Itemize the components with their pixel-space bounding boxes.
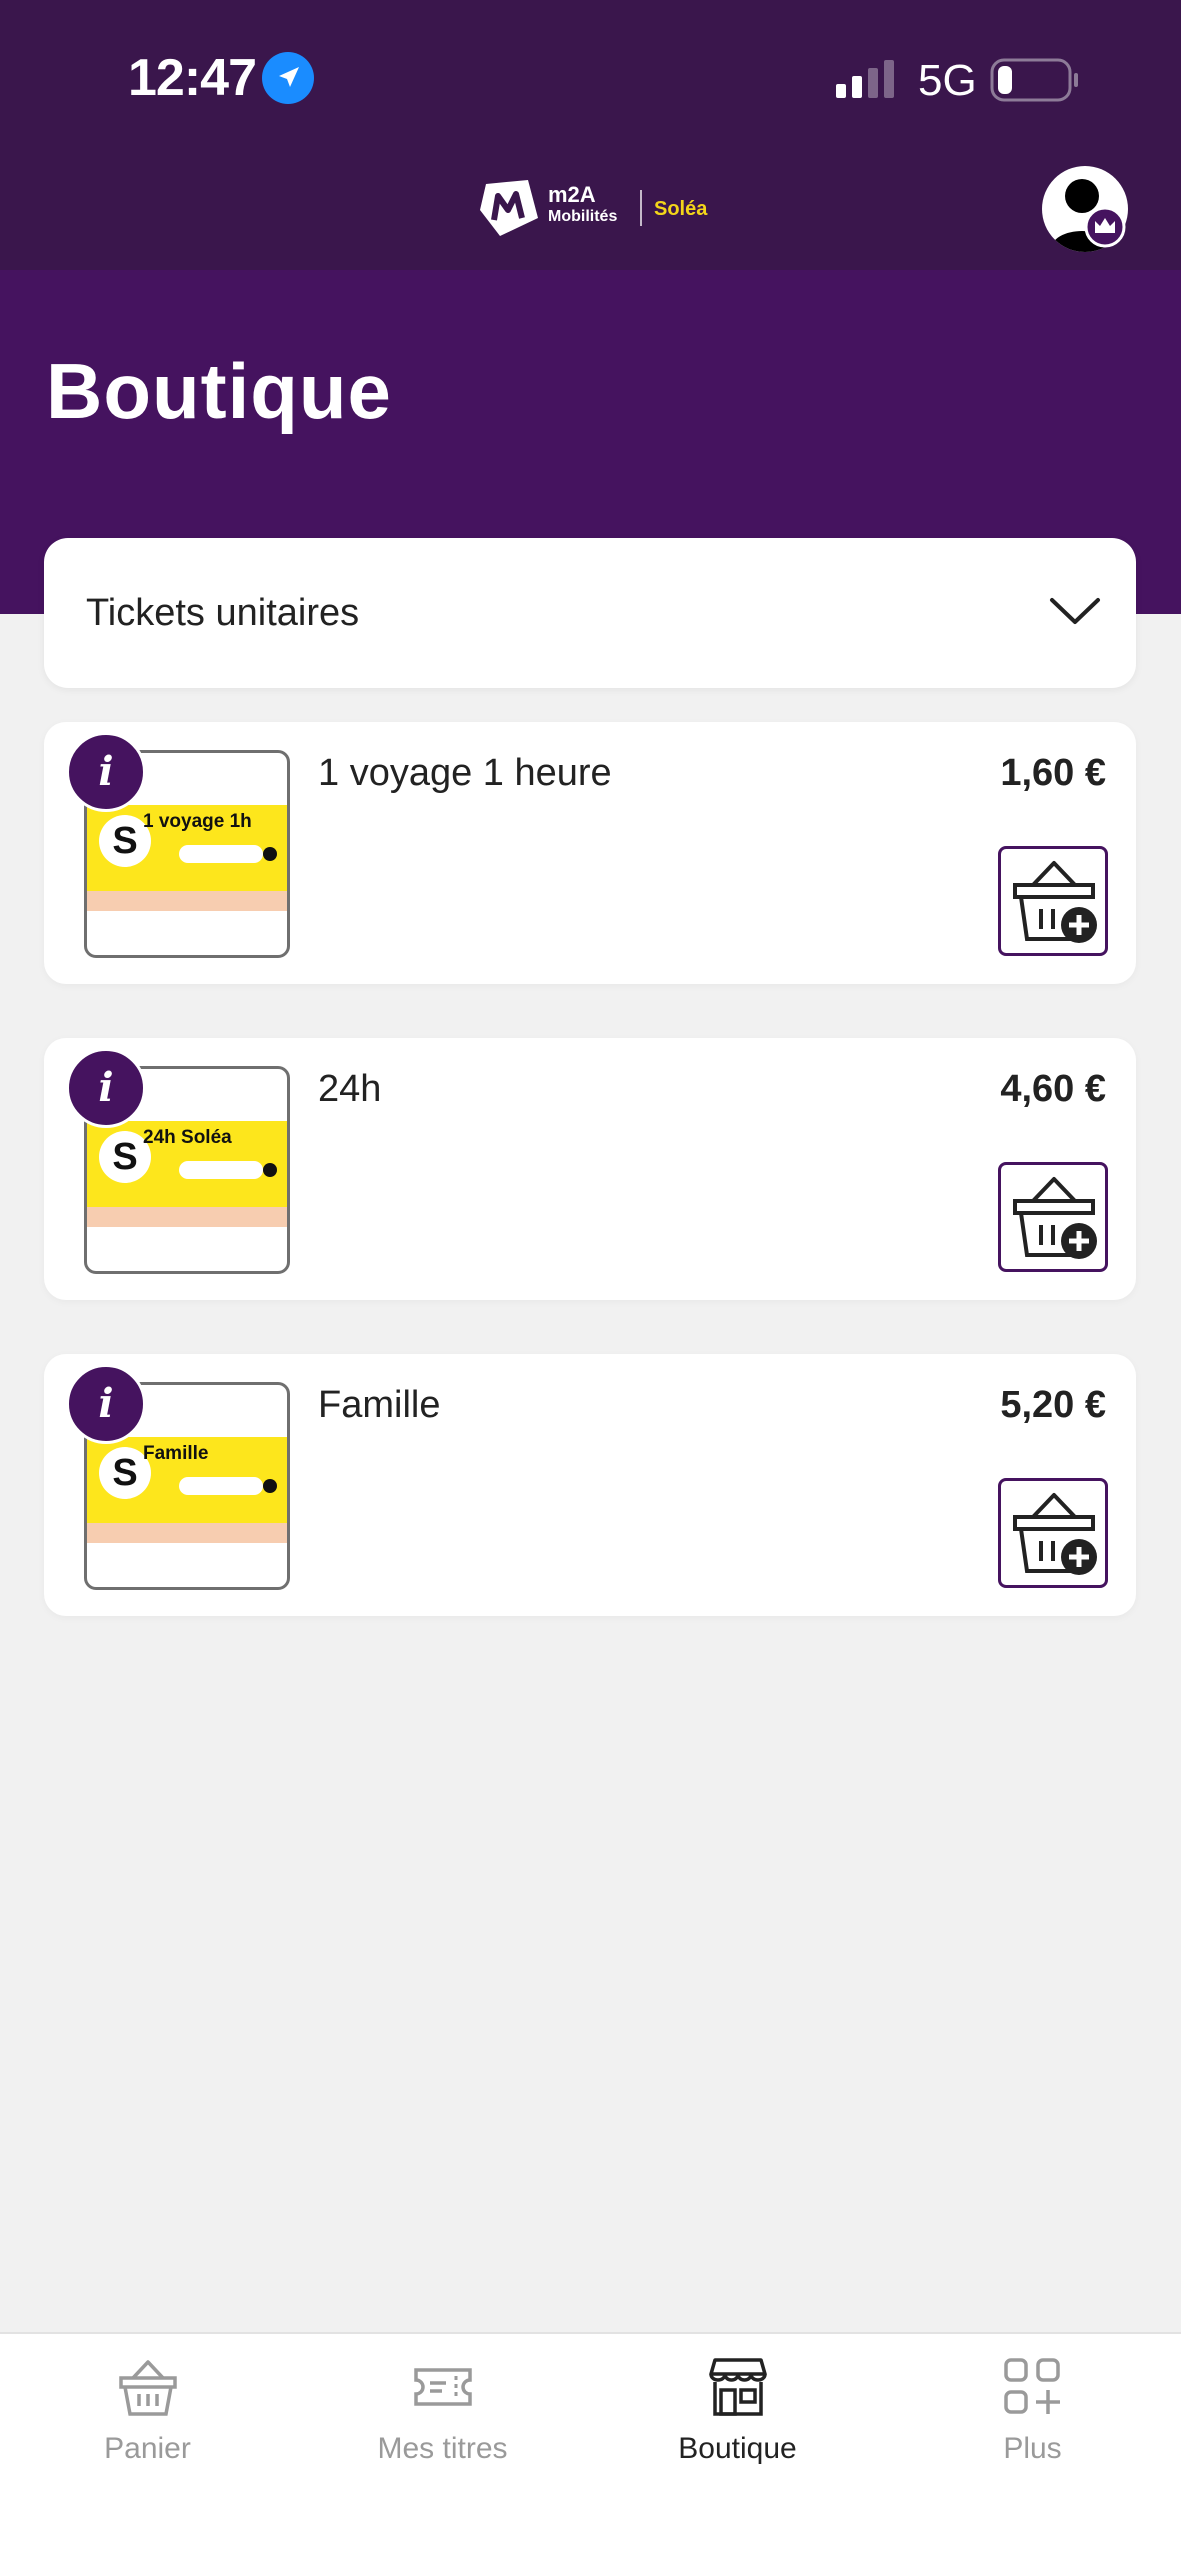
basket-add-icon [1013, 1177, 1097, 1259]
info-button[interactable]: i [66, 1048, 146, 1128]
tab-mes-titres[interactable]: Mes titres [295, 2334, 590, 2494]
info-button[interactable]: i [66, 732, 146, 812]
tab-label: Boutique [678, 2432, 797, 2465]
status-bar: 12:47 5G [0, 0, 1181, 160]
product-price: 1,60 € [1000, 752, 1106, 794]
info-button[interactable]: i [66, 1364, 146, 1444]
brand-logo: m2A Mobilités Soléa [478, 178, 708, 238]
add-to-basket-button[interactable] [998, 846, 1108, 956]
product-card[interactable]: S 24h Soléa i 24h 4,60 € [44, 1038, 1136, 1300]
product-price: 5,20 € [1000, 1384, 1106, 1426]
page-title: Boutique [46, 347, 392, 435]
ticket-thumbnail-text: 1 voyage 1h [143, 811, 252, 832]
category-select[interactable]: Tickets unitaires [44, 538, 1136, 688]
product-name: 1 voyage 1 heure [318, 752, 612, 794]
add-to-basket-button[interactable] [998, 1162, 1108, 1272]
basket-icon [119, 2360, 177, 2416]
category-select-value: Tickets unitaires [86, 592, 360, 634]
product-card[interactable]: S 1 voyage 1h i 1 voyage 1 heure 1,60 € [44, 722, 1136, 984]
status-time: 12:47 [128, 49, 257, 107]
product-name: 24h [318, 1068, 382, 1110]
product-name: Famille [318, 1384, 441, 1426]
tab-label: Panier [104, 2432, 191, 2465]
chevron-down-icon [1050, 598, 1100, 624]
add-to-basket-button[interactable] [998, 1478, 1108, 1588]
bottom-tab-bar: Panier Mes titres Boutique Plus [0, 2332, 1181, 2560]
tab-label: Mes titres [377, 2432, 508, 2465]
m2a-logo-icon [480, 180, 538, 236]
tab-boutique[interactable]: Boutique [590, 2334, 885, 2494]
product-price: 4,60 € [1000, 1068, 1106, 1110]
basket-add-icon [1013, 1493, 1097, 1575]
brand-name: m2A [548, 182, 596, 207]
product-card[interactable]: S Famille i Famille 5,20 € [44, 1354, 1136, 1616]
partner-name: Soléa [654, 198, 708, 220]
crown-icon [1084, 206, 1126, 248]
store-icon [709, 2358, 767, 2416]
tab-label: Plus [1003, 2432, 1062, 2465]
ticket-icon [414, 2368, 472, 2406]
brand-sub: Mobilités [548, 208, 618, 225]
battery-icon [990, 58, 1078, 102]
tab-plus[interactable]: Plus [885, 2334, 1180, 2494]
ticket-thumbnail-text: 24h Soléa [143, 1127, 232, 1148]
logo-divider [640, 190, 642, 226]
ticket-thumbnail-text: Famille [143, 1443, 209, 1464]
signal-icon [836, 60, 894, 98]
location-arrow-icon [262, 52, 314, 104]
tab-panier[interactable]: Panier [0, 2334, 295, 2494]
basket-add-icon [1013, 861, 1097, 943]
grid-plus-icon [1004, 2358, 1060, 2414]
network-label: 5G [918, 56, 977, 105]
